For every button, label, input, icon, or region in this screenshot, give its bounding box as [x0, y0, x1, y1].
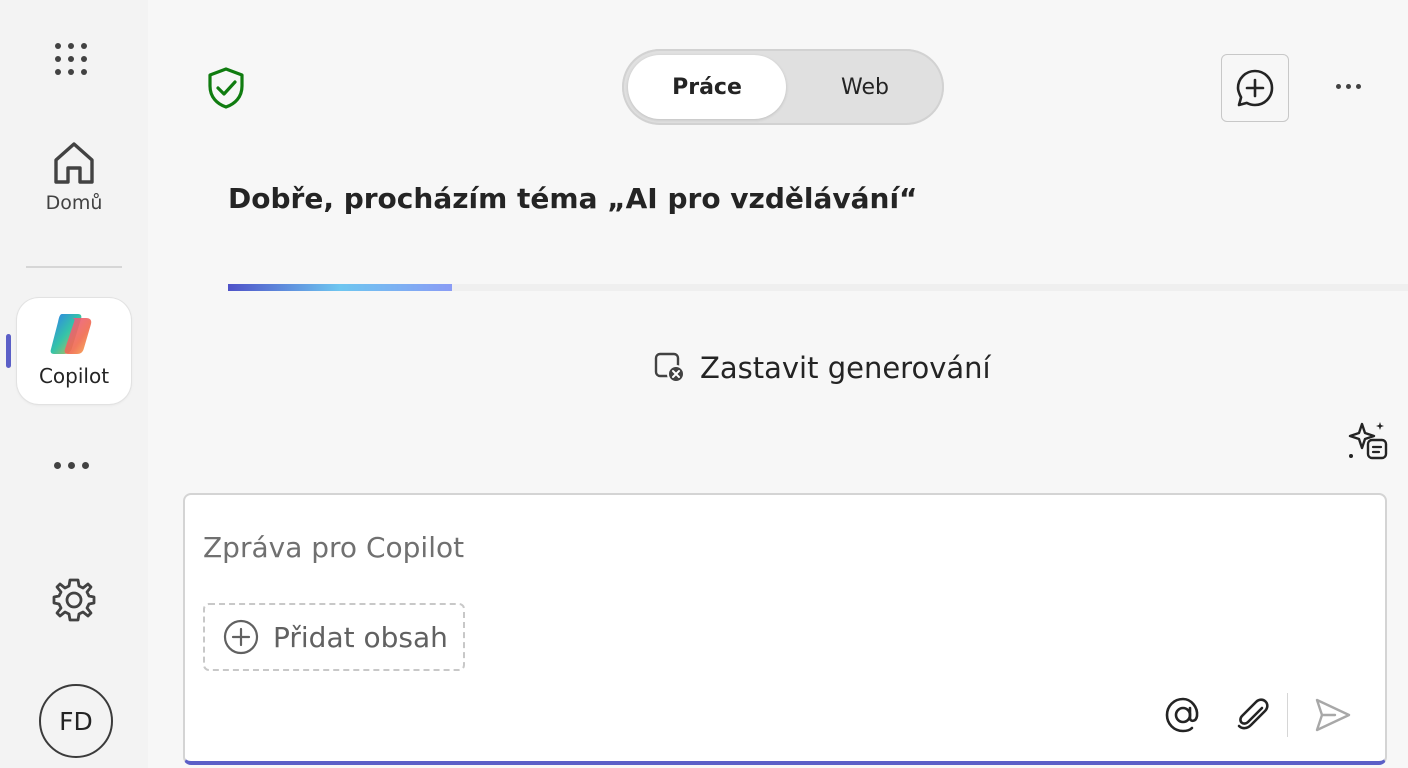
main-panel: Práce Web Dobře, procházím téma „AI pro … [148, 0, 1408, 768]
gear-icon [52, 578, 96, 622]
sidebar-item-home[interactable]: Domů [20, 140, 128, 230]
stop-generating-button[interactable]: Zastavit generování [654, 348, 991, 388]
send-button[interactable] [1313, 695, 1353, 735]
send-icon [1315, 698, 1351, 732]
sparkle-prompts-icon[interactable] [1346, 420, 1388, 466]
message-input[interactable] [203, 525, 1303, 569]
sidebar-divider [26, 266, 122, 268]
app-launcher-icon[interactable] [55, 43, 91, 79]
paperclip-icon [1237, 698, 1269, 730]
settings-button[interactable] [50, 576, 98, 624]
sidebar-item-copilot[interactable]: Copilot [17, 298, 131, 404]
copilot-app: Domů Copilot FD Práce Web Dobře, procház… [0, 0, 1408, 768]
toolbar-separator [1287, 693, 1288, 737]
new-chat-icon [1236, 69, 1274, 107]
attach-button[interactable] [1233, 695, 1273, 735]
mention-button[interactable] [1163, 695, 1203, 735]
stop-icon [654, 352, 685, 383]
stop-label: Zastavit generování [700, 351, 991, 385]
new-chat-button[interactable] [1221, 54, 1289, 122]
sidebar-item-label: Copilot [38, 364, 110, 388]
home-icon [54, 142, 94, 184]
sidebar-item-label: Domů [45, 192, 103, 214]
left-sidebar: Domů Copilot FD [0, 0, 148, 768]
at-sign-icon [1165, 697, 1199, 733]
message-composer: Přidat obsah [183, 493, 1387, 765]
add-content-button[interactable]: Přidat obsah [203, 603, 465, 671]
copilot-logo-icon [50, 314, 92, 354]
shield-check-icon[interactable] [206, 66, 246, 114]
toggle-option-work[interactable]: Práce [628, 55, 786, 119]
mode-toggle: Práce Web [622, 49, 944, 125]
toggle-option-web[interactable]: Web [792, 55, 938, 119]
avatar[interactable]: FD [39, 684, 113, 758]
progress-bar [228, 284, 1408, 291]
plus-circle-icon [223, 619, 259, 655]
progress-fill [228, 284, 453, 291]
status-title: Dobře, procházím téma „AI pro vzdělávání… [228, 182, 918, 215]
active-indicator [6, 334, 11, 368]
add-content-label: Přidat obsah [273, 620, 448, 654]
more-apps-icon[interactable] [54, 462, 94, 482]
more-options-icon[interactable] [1336, 84, 1361, 89]
